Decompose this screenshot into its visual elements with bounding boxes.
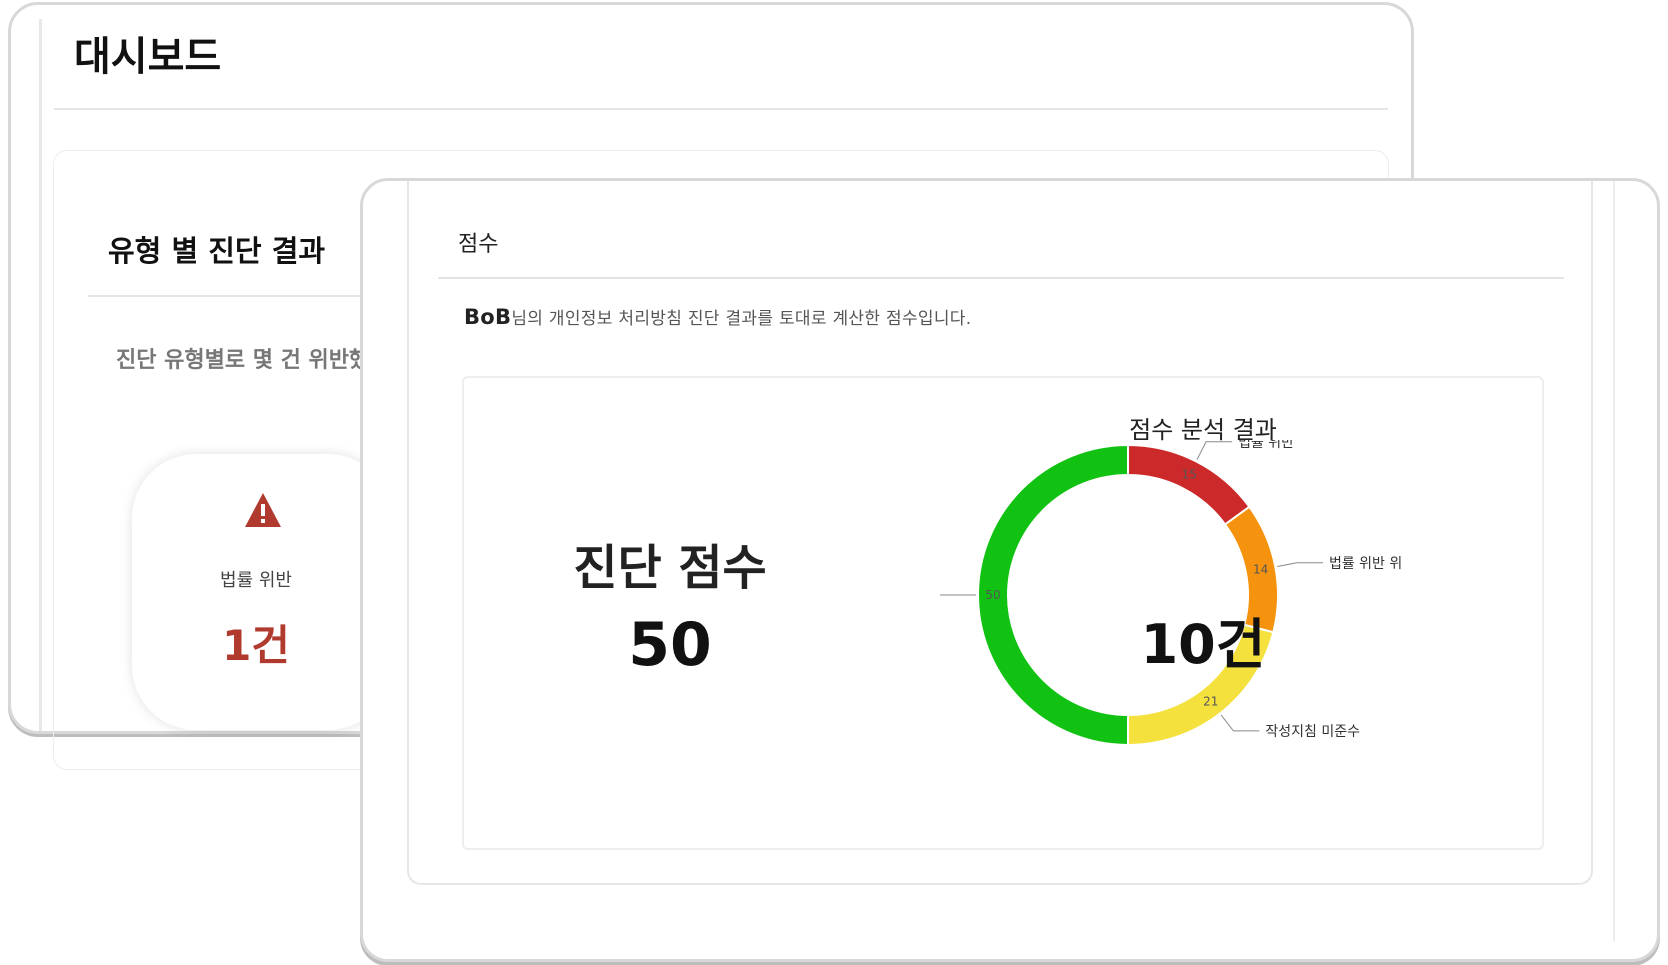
diagnosis-score-value: 50 [628,610,712,680]
slice-leader-line [1220,714,1260,732]
type-result-title: 유형 별 진단 결과 [108,234,326,268]
type-result-divider [88,295,388,297]
score-header: 점수 [458,232,499,257]
donut-slice[interactable] [1127,443,1251,526]
donut-center-value: 10건 [1140,613,1266,676]
slice-category-label: 법률 위반 [1238,440,1294,451]
type-result-description: 진단 유형별로 몇 건 위반했 [116,348,370,373]
law-violation-count: 1건 [222,621,290,670]
warning-triangle-icon [245,493,281,527]
slice-leader-line [1196,441,1233,460]
score-divider [438,277,1564,279]
slice-category-label: 법률 위반 위 [1329,556,1402,572]
law-violation-card[interactable]: 법률 위반 1건 [132,454,392,730]
diagnosis-score-label: 진단 점수 [573,540,767,596]
user-name: BoB [464,305,512,329]
slice-leader-line [1277,562,1323,568]
title-divider [54,108,1388,110]
law-violation-label: 법률 위반 [220,570,292,591]
slice-value-label: 14 [1253,563,1268,577]
score-description: BoB님의 개인정보 처리방침 진단 결과를 토대로 계산한 점수입니다. [464,304,971,329]
slice-category-label: 작성지침 미준수 [1265,724,1360,740]
vertical-divider [1613,181,1615,941]
page-title: 대시보드 [74,34,222,80]
vertical-divider [39,19,42,731]
slice-value-label: 15 [1182,468,1197,482]
score-description-text: 님의 개인정보 처리방침 진단 결과를 토대로 계산한 점수입니다. [511,309,972,329]
slice-value-label: 21 [1203,695,1218,709]
slice-value-label: 50 [985,588,1000,602]
